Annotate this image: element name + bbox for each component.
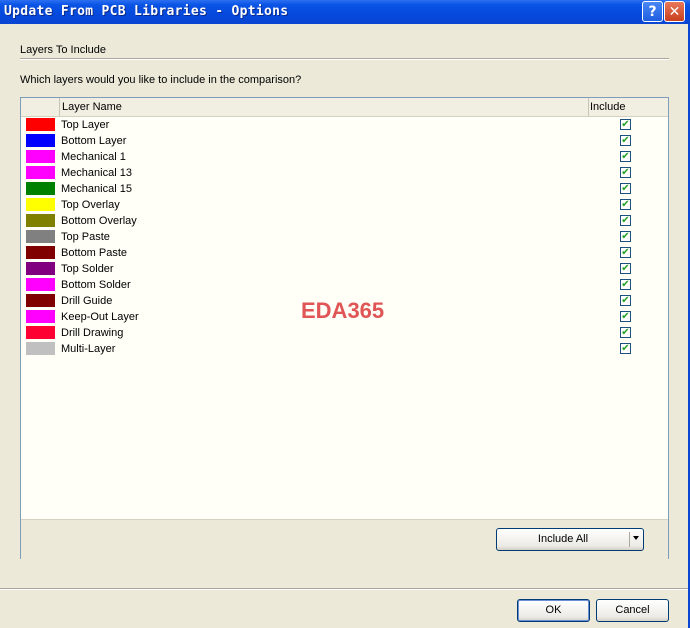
grid-header: Layer Name Include (21, 98, 668, 117)
layers-grid[interactable]: Layer Name Include Top Layer ✔ Bottom Laye… (20, 97, 669, 559)
layer-name: Bottom Overlay (61, 215, 137, 227)
layer-color-swatch (26, 118, 55, 131)
include-checkbox[interactable]: ✔ (620, 135, 631, 146)
layer-row[interactable]: Top Paste ✔ (21, 229, 668, 245)
layer-row[interactable]: Bottom Overlay ✔ (21, 213, 668, 229)
layer-color-swatch (26, 294, 55, 307)
layer-name: Drill Guide (61, 295, 113, 307)
layer-color-swatch (26, 214, 55, 227)
layer-color-swatch (26, 342, 55, 355)
layer-row[interactable]: Top Overlay ✔ (21, 197, 668, 213)
layer-color-swatch (26, 246, 55, 259)
title-bar: Update From PCB Libraries - Options ? ✕ (0, 0, 690, 24)
layer-name-column-header[interactable]: Layer Name (60, 98, 589, 116)
layer-color-swatch (26, 230, 55, 243)
layer-row[interactable]: Mechanical 13 ✔ (21, 165, 668, 181)
layer-name: Mechanical 13 (61, 167, 132, 179)
section-divider (20, 58, 669, 60)
include-checkbox[interactable]: ✔ (620, 167, 631, 178)
cancel-button[interactable]: Cancel (596, 599, 669, 622)
section-title: Layers To Include (20, 44, 107, 56)
include-checkbox[interactable]: ✔ (620, 311, 631, 322)
include-checkbox[interactable]: ✔ (620, 343, 631, 354)
layer-name: Top Paste (61, 231, 110, 243)
include-checkbox[interactable]: ✔ (620, 231, 631, 242)
include-all-button[interactable]: Include All (496, 528, 644, 551)
include-checkbox[interactable]: ✔ (620, 199, 631, 210)
layer-color-swatch (26, 150, 55, 163)
layer-row[interactable]: Mechanical 1 ✔ (21, 149, 668, 165)
window-title: Update From PCB Libraries - Options (4, 4, 289, 19)
layer-row[interactable]: Bottom Solder ✔ (21, 277, 668, 293)
layer-color-swatch (26, 182, 55, 195)
layer-name: Mechanical 15 (61, 183, 132, 195)
include-checkbox[interactable]: ✔ (620, 151, 631, 162)
layer-row[interactable]: Multi-Layer ✔ (21, 341, 668, 357)
layer-color-swatch (26, 198, 55, 211)
layer-name: Top Solder (61, 263, 114, 275)
close-icon: ✕ (668, 3, 681, 20)
layer-name: Top Layer (61, 119, 110, 131)
layer-color-swatch (26, 262, 55, 275)
ok-button[interactable]: OK (517, 599, 590, 622)
include-checkbox[interactable]: ✔ (620, 215, 631, 226)
layer-color-swatch (26, 166, 55, 179)
layer-row[interactable]: Drill Drawing ✔ (21, 325, 668, 341)
layer-name: Bottom Layer (61, 135, 127, 147)
dropdown-divider (629, 532, 630, 547)
footer-divider (0, 588, 688, 590)
include-checkbox[interactable]: ✔ (620, 263, 631, 274)
layer-name: Mechanical 1 (61, 151, 126, 163)
dialog-body: Layers To Include Which layers would you… (0, 24, 690, 628)
close-button[interactable]: ✕ (664, 1, 685, 22)
grid-footer: Include All (21, 519, 668, 559)
layer-row[interactable]: Bottom Paste ✔ (21, 245, 668, 261)
question-text: Which layers would you like to include i… (20, 74, 302, 86)
color-column-header[interactable] (21, 98, 60, 116)
layer-name: Keep-Out Layer (61, 311, 139, 323)
layer-color-swatch (26, 278, 55, 291)
layer-name: Drill Drawing (61, 327, 124, 339)
layer-color-swatch (26, 310, 55, 323)
layer-color-swatch (26, 326, 55, 339)
include-checkbox[interactable]: ✔ (620, 183, 631, 194)
layer-name: Top Overlay (61, 199, 120, 211)
layer-name: Multi-Layer (61, 343, 116, 355)
include-column-header[interactable]: Include (588, 98, 668, 116)
include-checkbox[interactable]: ✔ (620, 295, 631, 306)
dropdown-arrow-icon[interactable] (633, 536, 639, 540)
include-checkbox[interactable]: ✔ (620, 119, 631, 130)
include-all-label: Include All (537, 533, 589, 545)
layer-row[interactable]: Top Solder ✔ (21, 261, 668, 277)
layer-row[interactable]: Top Layer ✔ (21, 117, 668, 133)
help-icon: ? (648, 3, 657, 20)
include-checkbox[interactable]: ✔ (620, 327, 631, 338)
layer-row[interactable]: Bottom Layer ✔ (21, 133, 668, 149)
watermark: EDA365 (301, 298, 385, 323)
help-button[interactable]: ? (642, 1, 663, 22)
include-checkbox[interactable]: ✔ (620, 279, 631, 290)
layer-color-swatch (26, 134, 55, 147)
include-checkbox[interactable]: ✔ (620, 247, 631, 258)
layer-row[interactable]: Mechanical 15 ✔ (21, 181, 668, 197)
layer-name: Bottom Paste (61, 247, 128, 259)
layer-name: Bottom Solder (61, 279, 131, 291)
